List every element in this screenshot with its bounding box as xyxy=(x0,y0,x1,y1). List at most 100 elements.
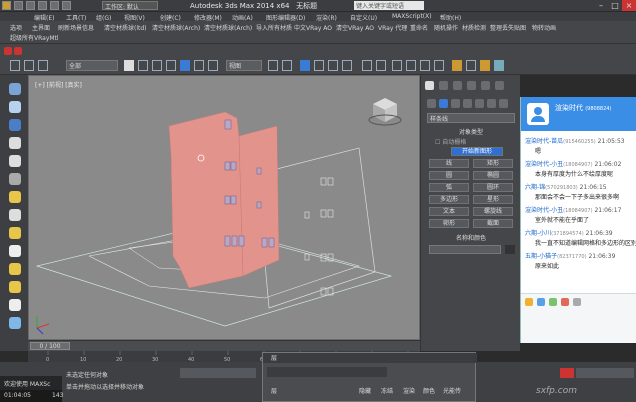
star-button[interactable]: 星形 xyxy=(473,195,513,204)
modify-tab-icon[interactable] xyxy=(439,81,448,90)
lights-icon[interactable] xyxy=(451,99,460,108)
camera-icon[interactable] xyxy=(9,119,21,131)
object-name-field[interactable] xyxy=(429,245,501,254)
emoji-icon[interactable] xyxy=(525,298,533,306)
layer-dialog-title[interactable]: 层 xyxy=(263,353,477,363)
dome-light-icon[interactable] xyxy=(9,227,21,239)
plugin-to-animation[interactable]: 物转动画 xyxy=(532,23,556,32)
plugin-refresh-scene[interactable]: 刷新场景信息 xyxy=(58,23,94,32)
plugin-clear-mtl-arch1[interactable]: 清空材质球(Arch) xyxy=(152,23,200,32)
select-object-icon[interactable] xyxy=(124,60,134,71)
pivot-icon[interactable] xyxy=(268,60,278,71)
light-icon[interactable] xyxy=(9,101,21,113)
plane-icon[interactable] xyxy=(9,209,21,221)
plugin-random[interactable]: 随机操作 xyxy=(434,23,458,32)
systems-icon[interactable] xyxy=(499,99,508,108)
move-icon[interactable] xyxy=(180,60,190,71)
new-icon[interactable] xyxy=(14,1,23,10)
helix-button[interactable]: 螺旋线 xyxy=(473,207,513,216)
image-icon[interactable] xyxy=(549,298,557,306)
close-button[interactable]: × xyxy=(622,0,636,11)
plugin-options[interactable]: 选项 xyxy=(10,23,22,32)
ellipse-button[interactable]: 椭圆 xyxy=(473,171,513,180)
material-icon[interactable] xyxy=(9,299,21,311)
undo-icon[interactable] xyxy=(50,1,59,10)
plugin-vray-proxy[interactable]: VRay 代理 xyxy=(378,23,407,32)
vray-icon[interactable] xyxy=(9,83,21,95)
cameras-icon[interactable] xyxy=(463,99,472,108)
message-list[interactable]: 渲染时代-苗瓜(915460255) 21:05:53 嗯 渲染时代-小丑(18… xyxy=(521,133,636,281)
line-button[interactable]: 线 xyxy=(429,159,469,168)
plugin-clear-mtl-arch2[interactable]: 清空材质球(Arch) xyxy=(204,23,252,32)
app-logo-icon[interactable] xyxy=(2,1,11,10)
view-cube[interactable] xyxy=(368,98,402,126)
object-color-swatch[interactable] xyxy=(505,245,515,254)
coord-field[interactable] xyxy=(180,368,256,378)
playback-controls[interactable] xyxy=(576,368,634,378)
rotate-icon[interactable] xyxy=(194,60,204,71)
reference-coord-dropdown[interactable]: 视图 xyxy=(226,60,262,71)
percent-snap-icon[interactable] xyxy=(328,60,338,71)
arc-button[interactable]: 弧 xyxy=(429,183,469,192)
curve-editor-icon[interactable] xyxy=(420,60,430,71)
unlink-icon[interactable] xyxy=(24,60,34,71)
workspace-dropdown[interactable]: 工作区: 默认 xyxy=(102,1,158,11)
angle-snap-icon[interactable] xyxy=(314,60,324,71)
sun-icon[interactable] xyxy=(9,191,21,203)
name-color-header[interactable]: 名称和颜色 xyxy=(427,233,515,242)
manipulate-icon[interactable] xyxy=(282,60,292,71)
plugin-clear-mtl-ltd[interactable]: 清空材质球(ltd) xyxy=(104,23,147,32)
egg-button[interactable]: 卵形 xyxy=(429,219,469,228)
bind-icon[interactable] xyxy=(38,60,48,71)
plugin-rename[interactable]: 重命名 xyxy=(410,23,428,32)
utilities-tab-icon[interactable] xyxy=(495,81,504,90)
circle-button[interactable]: 圆 xyxy=(429,171,469,180)
ngon-button[interactable]: 多边形 xyxy=(429,195,469,204)
col-freeze[interactable]: 冻结 xyxy=(381,386,393,395)
render-frame-icon[interactable] xyxy=(480,60,490,71)
timeline[interactable]: 0 / 100 xyxy=(28,340,420,351)
plugin-all-vraymtl[interactable]: 超级所有VRayMtl xyxy=(10,33,59,42)
omni-light-icon[interactable] xyxy=(9,263,21,275)
plugin-missing-maps[interactable]: 整理丢失贴图 xyxy=(490,23,526,32)
search-input[interactable]: 键入关键字或短语 xyxy=(354,1,424,10)
hierarchy-tab-icon[interactable] xyxy=(453,81,462,90)
chat-input-area[interactable] xyxy=(521,293,636,343)
plugin-main-ui[interactable]: 主界面 xyxy=(32,23,50,32)
frame-buffer-icon[interactable] xyxy=(9,317,21,329)
fur-icon[interactable] xyxy=(9,173,21,185)
col-hide[interactable]: 隐藏 xyxy=(359,386,371,395)
scale-icon[interactable] xyxy=(208,60,218,71)
maximize-button[interactable]: □ xyxy=(608,0,622,11)
window-crossing-icon[interactable] xyxy=(166,60,176,71)
create-tab-icon[interactable] xyxy=(425,81,434,90)
open-icon[interactable] xyxy=(26,1,35,10)
shape-type-dropdown[interactable]: 样条线 xyxy=(427,113,515,123)
geometry-icon[interactable] xyxy=(427,99,436,108)
plugin-vray-ao[interactable]: 中文VRay AO xyxy=(294,23,332,32)
redo-icon[interactable] xyxy=(62,1,71,10)
col-radiosity[interactable]: 光能传 xyxy=(443,386,461,395)
key-icon[interactable] xyxy=(14,47,22,55)
auto-grid-checkbox[interactable]: ☐ 自动栅格 xyxy=(435,137,466,146)
auto-key-button[interactable] xyxy=(560,368,574,378)
motion-tab-icon[interactable] xyxy=(467,81,476,90)
ies-light-icon[interactable] xyxy=(9,281,21,293)
menu-maxscript[interactable]: MAXScript(X) xyxy=(392,13,432,20)
history-icon[interactable] xyxy=(573,298,581,306)
layer-manager-icon[interactable] xyxy=(392,60,402,71)
plugin-import-materials[interactable]: 导入所有材质 xyxy=(256,23,292,32)
graphite-icon[interactable] xyxy=(406,60,416,71)
mirror-icon[interactable] xyxy=(362,60,372,71)
render-setup-icon[interactable] xyxy=(466,60,476,71)
align-icon[interactable] xyxy=(376,60,386,71)
donut-button[interactable]: 圆环 xyxy=(473,183,513,192)
rectangle-button[interactable]: 矩形 xyxy=(473,159,513,168)
font-icon[interactable] xyxy=(537,298,545,306)
minimize-button[interactable]: – xyxy=(594,0,608,11)
plugin-material-check[interactable]: 材质检测 xyxy=(462,23,486,32)
col-layer[interactable]: 层 xyxy=(271,386,277,395)
screenshot-icon[interactable] xyxy=(561,298,569,306)
region-select-icon[interactable] xyxy=(152,60,162,71)
time-slider[interactable]: 0 / 100 xyxy=(30,342,70,350)
